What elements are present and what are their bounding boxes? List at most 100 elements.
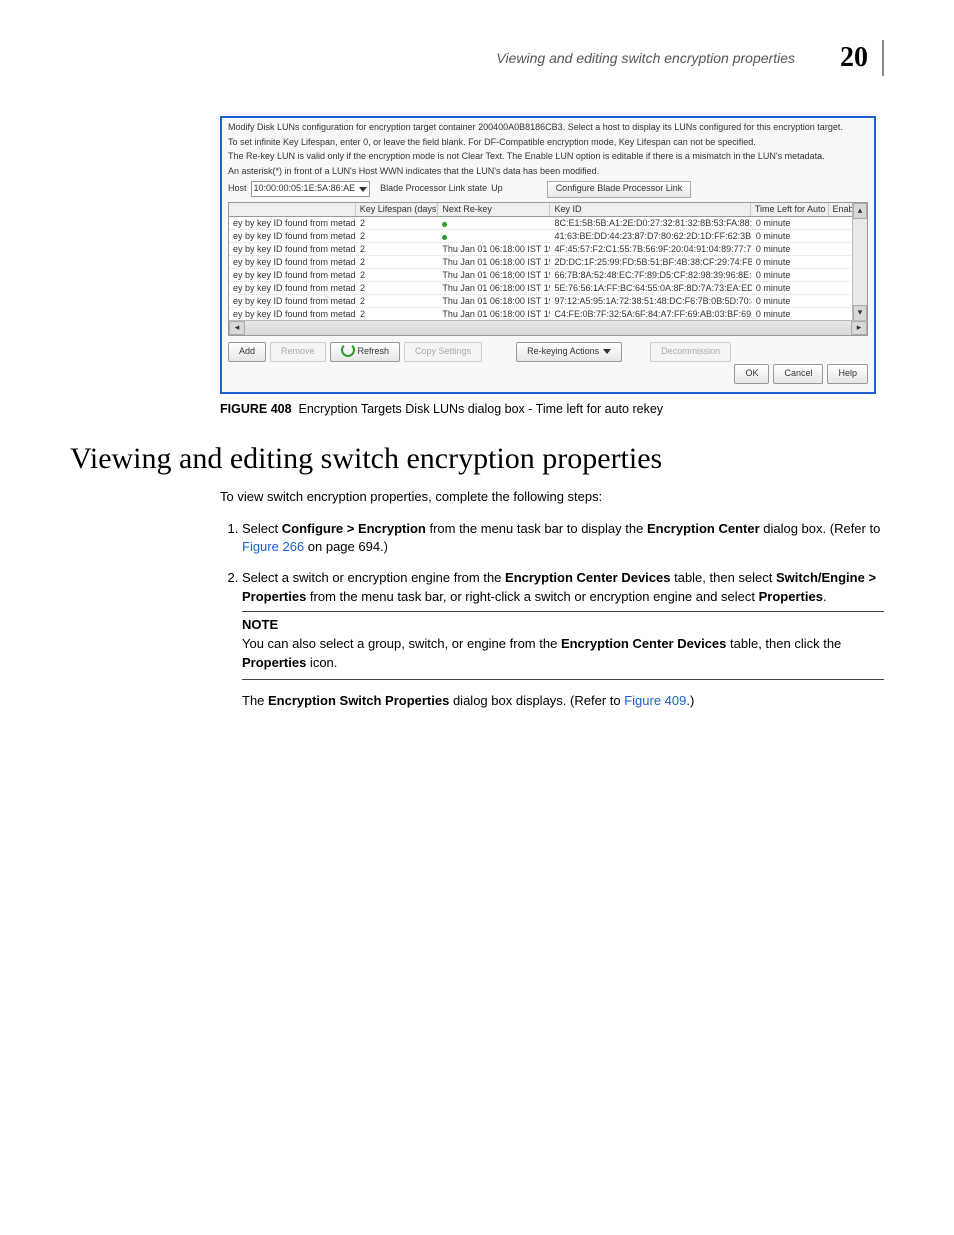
text: from the menu task bar, or right-click a…	[306, 589, 758, 604]
col-time-left: Time Left for Auto Re-key	[751, 203, 829, 217]
cell-key-id: C4:FE:0B:7F:32:5A:6F:84:A7:FF:69:AB:03:B…	[550, 308, 751, 319]
text: .)	[686, 693, 694, 708]
table-row[interactable]: ey by key ID found from metadata)2Thu Ja…	[229, 256, 867, 269]
target-name: Properties	[242, 655, 306, 670]
rekeying-actions-button[interactable]: Re-keying Actions	[516, 342, 622, 362]
link-state-value: Up	[491, 183, 503, 195]
table-row[interactable]: ey by key ID found from metadata)2Thu Ja…	[229, 308, 867, 319]
note-block: NOTE You can also select a group, switch…	[242, 611, 884, 680]
col-host	[229, 203, 356, 217]
scroll-up-icon[interactable]: ▴	[853, 203, 867, 219]
vertical-scrollbar[interactable]: ▴ ▾	[852, 203, 867, 321]
closing-line: The Encryption Switch Properties dialog …	[242, 692, 884, 711]
cancel-button[interactable]: Cancel	[773, 364, 823, 384]
scroll-down-icon[interactable]: ▾	[853, 305, 867, 321]
cell-lifespan: 2	[356, 243, 438, 255]
note-heading: NOTE	[242, 616, 884, 635]
cell-time-left: 0 minute	[752, 256, 829, 268]
cell-next-rekey: Thu Jan 01 06:18:00 IST 1970	[438, 256, 550, 268]
text: Select	[242, 521, 282, 536]
text: Select a switch or encryption engine fro…	[242, 570, 505, 585]
text: on page 694.)	[304, 539, 388, 554]
section-heading: Viewing and editing switch encryption pr…	[70, 442, 884, 476]
cell-key-id: 5E:76:56:1A:FF:BC:64:55:0A:8F:8D:7A:73:E…	[550, 282, 751, 294]
intro-paragraph: To view switch encryption properties, co…	[220, 488, 884, 507]
cell-next-rekey: Thu Jan 01 06:18:00 IST 1970	[438, 269, 550, 281]
scroll-right-icon[interactable]: ▸	[851, 321, 867, 335]
cell-lifespan: 2	[356, 308, 438, 319]
dialog-footer-buttons: OK Cancel Help	[228, 364, 868, 384]
text: dialog box displays. (Refer to	[449, 693, 624, 708]
dialog-instruction: Modify Disk LUNs configuration for encry…	[228, 122, 868, 134]
cell-host: ey by key ID found from metadata)	[229, 256, 356, 268]
cell-key-id: 97:12:A5:95:1A:72:38:51:48:DC:F6:7B:0B:5…	[550, 295, 751, 307]
table-row[interactable]: ey by key ID found from metadata)2Thu Ja…	[229, 269, 867, 282]
configure-link-button[interactable]: Configure Blade Processor Link	[547, 181, 692, 198]
host-value: 10:00:00:05:1E:5A:86:AE	[254, 183, 356, 195]
figure-link[interactable]: Figure 409	[624, 693, 686, 708]
figure-link[interactable]: Figure 266	[242, 539, 304, 554]
cell-host: ey by key ID found from metadata)	[229, 230, 356, 242]
table-body: ey by key ID found from metadata)28C:E1:…	[229, 217, 867, 319]
target-name: Encryption Switch Properties	[268, 693, 449, 708]
cell-lifespan: 2	[356, 256, 438, 268]
cell-time-left: 0 minute	[752, 308, 829, 319]
table-row[interactable]: ey by key ID found from metadata)2Thu Ja…	[229, 295, 867, 308]
dialog-instruction: To set infinite Key Lifespan, enter 0, o…	[228, 137, 868, 149]
add-button[interactable]: Add	[228, 342, 266, 362]
scroll-track[interactable]	[853, 219, 867, 305]
decommission-button[interactable]: Decommission	[650, 342, 731, 362]
table-row[interactable]: ey by key ID found from metadata)28C:E1:…	[229, 217, 867, 230]
figure-text: Encryption Targets Disk LUNs dialog box …	[299, 402, 664, 416]
cell-next-rekey	[438, 217, 550, 229]
cell-next-rekey: Thu Jan 01 06:18:00 IST 1970	[438, 243, 550, 255]
cell-lifespan: 2	[356, 217, 438, 229]
cell-time-left: 0 minute	[752, 230, 829, 242]
chevron-down-icon	[359, 187, 367, 192]
cell-time-left: 0 minute	[752, 295, 829, 307]
cell-lifespan: 2	[356, 282, 438, 294]
remove-button[interactable]: Remove	[270, 342, 326, 362]
cell-next-rekey: Thu Jan 01 06:18:00 IST 1970	[438, 282, 550, 294]
cell-host: ey by key ID found from metadata)	[229, 282, 356, 294]
host-label: Host	[228, 183, 247, 195]
text: table, then click the	[726, 636, 841, 651]
refresh-icon	[341, 343, 358, 361]
note-body: You can also select a group, switch, or …	[242, 635, 884, 673]
col-key-id: Key ID	[550, 203, 750, 217]
dialog-instruction: An asterisk(*) in front of a LUN's Host …	[228, 166, 868, 178]
page-header: Viewing and editing switch encryption pr…	[70, 40, 884, 76]
host-dropdown[interactable]: 10:00:00:05:1E:5A:86:AE	[251, 181, 371, 197]
cell-key-id: 41:63:BE:DD:44:23:87:D7:80:62:2D:1D:FF:6…	[550, 230, 751, 242]
cell-next-rekey	[438, 230, 550, 242]
cell-time-left: 0 minute	[752, 243, 829, 255]
target-name: Encryption Center Devices	[561, 636, 726, 651]
cell-key-id: 8C:E1:5B:5B:A1:2E:D0:27:32:81:32:8B:53:F…	[550, 217, 751, 229]
steps-list: Select Configure > Encryption from the m…	[220, 520, 884, 711]
table-row[interactable]: ey by key ID found from metadata)2Thu Ja…	[229, 243, 867, 256]
cell-host: ey by key ID found from metadata)	[229, 308, 356, 319]
step-2: Select a switch or encryption engine fro…	[242, 569, 884, 710]
text: icon.	[306, 655, 337, 670]
cell-time-left: 0 minute	[752, 269, 829, 281]
step-1: Select Configure > Encryption from the m…	[242, 520, 884, 558]
table-row[interactable]: ey by key ID found from metadata)241:63:…	[229, 230, 867, 243]
host-row: Host 10:00:00:05:1E:5A:86:AE Blade Proce…	[228, 181, 868, 198]
scroll-track[interactable]	[245, 321, 851, 335]
horizontal-scrollbar[interactable]: ◂ ▸	[229, 320, 867, 335]
ok-button[interactable]: OK	[734, 364, 769, 384]
cell-lifespan: 2	[356, 269, 438, 281]
copy-settings-button[interactable]: Copy Settings	[404, 342, 482, 362]
cell-host: ey by key ID found from metadata)	[229, 269, 356, 281]
refresh-button[interactable]: Refresh	[330, 342, 401, 362]
col-next-rekey: Next Re-key	[438, 203, 550, 217]
table-row[interactable]: ey by key ID found from metadata)2Thu Ja…	[229, 282, 867, 295]
scroll-left-icon[interactable]: ◂	[229, 321, 245, 335]
cell-key-id: 4F:45:57:F2:C1:55:7B:56:9F:20:04:91:04:8…	[550, 243, 751, 255]
text: You can also select a group, switch, or …	[242, 636, 561, 651]
text: from the menu task bar to display the	[426, 521, 647, 536]
dialog-instruction: The Re-key LUN is valid only if the encr…	[228, 151, 868, 163]
cell-host: ey by key ID found from metadata)	[229, 295, 356, 307]
help-button[interactable]: Help	[827, 364, 868, 384]
cell-key-id: 66:7B:8A:52:48:EC:7F:89:D5:CF:82:98:39:9…	[550, 269, 751, 281]
